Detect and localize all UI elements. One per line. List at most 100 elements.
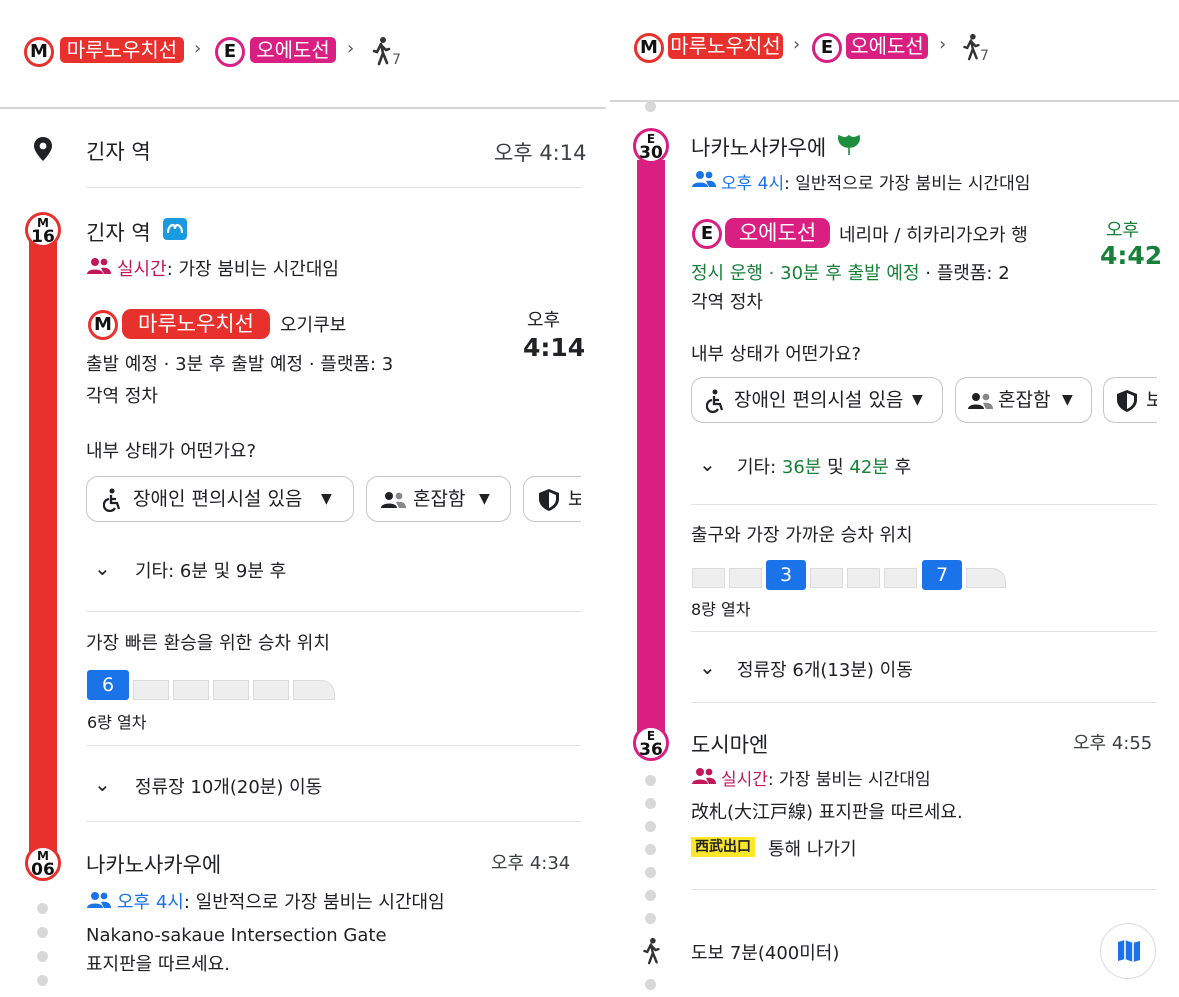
train-car xyxy=(213,680,249,700)
crowded-chip[interactable]: 혼잡함 ▼ xyxy=(366,476,511,522)
line-name-marunouchi: 마루노우치선 xyxy=(668,33,783,59)
exit-instruction: 표지판을 따르세요. xyxy=(86,954,230,975)
crowded-chip[interactable]: 혼잡함 ▼ xyxy=(955,377,1092,423)
station-code-badge: E 36 xyxy=(633,725,669,761)
arrival-time: 오후 4:55 xyxy=(1073,733,1153,754)
marunouchi-line-icon: M xyxy=(634,33,664,63)
stops-count[interactable]: 정류장 10개(20분) 이동 xyxy=(135,773,322,799)
header-divider xyxy=(610,100,1179,102)
train-destination: 오기쿠보 xyxy=(280,315,347,336)
train-car xyxy=(847,568,880,588)
chevron-right-icon: › xyxy=(793,34,801,55)
walk-icon xyxy=(372,37,391,66)
exit-text: 통해 나가기 xyxy=(768,839,857,860)
crowd-icon xyxy=(87,892,111,908)
train-car xyxy=(810,568,843,588)
question-label: 내부 상태가 어떤가요? xyxy=(86,441,257,462)
line-name-marunouchi: 마루노우치선 xyxy=(122,309,270,339)
chevron-right-icon: › xyxy=(194,38,202,59)
train-car-front xyxy=(966,568,1006,588)
train-car-front xyxy=(293,680,335,700)
crowd-icon xyxy=(381,492,406,508)
boarding-car-highlight: 7 xyxy=(922,560,962,590)
map-button[interactable] xyxy=(1100,923,1156,979)
walk-minutes: 7 xyxy=(392,52,401,68)
line-name-oedo: 오에도선 xyxy=(725,218,830,248)
wheelchair-icon xyxy=(706,389,724,413)
other-departures[interactable]: 기타: 6분 및 9분 후 xyxy=(135,557,286,583)
arrival-time: 오후 4:34 xyxy=(491,853,571,874)
boarding-car-highlight: 6 xyxy=(87,670,129,700)
marunouchi-line-icon: M xyxy=(88,310,118,340)
walk-dot xyxy=(645,867,656,878)
safety-chip[interactable]: 보 xyxy=(523,476,581,522)
train-type: 각역 정차 xyxy=(691,292,763,313)
oedo-line-icon: E xyxy=(215,37,245,67)
walk-minutes: 7 xyxy=(980,48,989,64)
question-label: 내부 상태가 어떤가요? xyxy=(691,344,862,365)
line-name-oedo: 오에도선 xyxy=(846,33,928,59)
crowd-icon xyxy=(968,393,993,409)
dropdown-arrow-icon: ▼ xyxy=(321,491,332,507)
walk-summary: 도보 7분(400미터) xyxy=(691,943,840,964)
other-departures[interactable]: 기타: 36분 및 42분 후 xyxy=(737,453,911,479)
chevron-right-icon: › xyxy=(347,38,355,59)
ginkgo-icon xyxy=(838,134,860,155)
map-icon xyxy=(1118,940,1140,962)
divider xyxy=(86,187,581,188)
header-divider xyxy=(0,107,606,109)
marunouchi-line-icon: M xyxy=(24,37,54,67)
walk-dot xyxy=(645,775,656,786)
divider xyxy=(691,702,1157,703)
expand-chevron-icon[interactable]: ⌄ xyxy=(699,655,716,679)
oedo-line-icon: E xyxy=(692,219,722,249)
station-code-badge: E 30 xyxy=(633,128,669,164)
divider xyxy=(691,889,1157,890)
accessibility-chip[interactable]: 장애인 편의시설 있음 ▼ xyxy=(691,377,943,423)
expand-chevron-icon[interactable]: ⌄ xyxy=(94,772,111,796)
start-location: 긴자 역 xyxy=(86,140,151,164)
walk-icon xyxy=(643,937,660,965)
crowd-status: 실시간: 가장 붐비는 시간대임 xyxy=(117,259,339,280)
chevron-right-icon: › xyxy=(939,34,947,55)
route-line-oedo xyxy=(637,160,665,740)
crowd-icon xyxy=(692,768,716,784)
tokyo-metro-icon xyxy=(163,218,187,240)
route-line-marunouchi xyxy=(29,228,57,860)
walk-dot xyxy=(37,951,48,962)
train-destination: 네리마 / 히카리가오카 행 xyxy=(839,225,1028,246)
walk-dot xyxy=(645,979,656,990)
station-name: 나카노사카우에 xyxy=(691,136,827,160)
divider xyxy=(86,745,581,746)
departure-time-label: 오후 xyxy=(527,310,561,331)
station-code-badge: M 16 xyxy=(25,212,61,248)
boarding-title: 가장 빠른 환승을 위한 승차 위치 xyxy=(86,633,330,654)
station-name: 도시마엔 xyxy=(691,733,769,757)
accessibility-chip[interactable]: 장애인 편의시설 있음 ▼ xyxy=(86,476,354,522)
boarding-car-highlight: 3 xyxy=(766,560,806,590)
train-status: 출발 예정 · 3분 후 출발 예정 · 플랫폼: 3 xyxy=(86,354,394,375)
exit-tag: 西武出口 xyxy=(691,837,755,857)
train-type: 각역 정차 xyxy=(86,386,158,407)
line-name-oedo: 오에도선 xyxy=(250,37,336,63)
train-status: 정시 운행 · 30분 후 출발 예정 · 플랫폼: 2 xyxy=(691,263,1010,284)
walk-dot xyxy=(645,913,656,924)
train-length: 8량 열차 xyxy=(691,600,751,619)
train-car xyxy=(884,568,917,588)
station-name: 나카노사카우에 xyxy=(86,853,222,877)
expand-chevron-icon[interactable]: ⌄ xyxy=(699,452,716,476)
shield-icon xyxy=(1117,390,1137,412)
safety-chip[interactable]: 보 xyxy=(1103,377,1157,423)
start-time: 오후 4:14 xyxy=(494,141,587,165)
expand-chevron-icon[interactable]: ⌄ xyxy=(94,556,111,580)
shield-icon xyxy=(539,489,559,511)
divider xyxy=(691,631,1157,632)
exit-instruction: 改札(大江戸線) 표지판을 따르세요. xyxy=(691,802,963,823)
dropdown-arrow-icon: ▼ xyxy=(1062,392,1073,408)
departure-time: 4:42 xyxy=(1100,241,1163,270)
stops-count[interactable]: 정류장 6개(13분) 이동 xyxy=(737,656,913,682)
boarding-title: 출구와 가장 가까운 승차 위치 xyxy=(691,525,913,546)
walk-dot xyxy=(645,844,656,855)
station-code-badge: M 06 xyxy=(25,845,61,881)
train-car xyxy=(729,568,762,588)
